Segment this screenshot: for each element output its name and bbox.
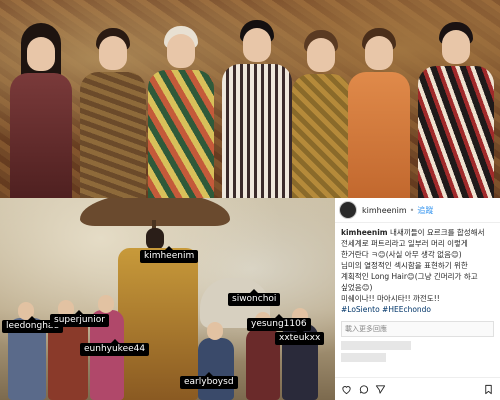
user-tag-xxteukxx[interactable]: xxteukxx (275, 328, 325, 345)
member-2 (80, 28, 146, 198)
figure-head (207, 322, 223, 340)
caption-line: 싶었음😊) (341, 283, 373, 292)
hidden-comment (341, 341, 411, 350)
member-4 (222, 20, 292, 198)
post-caption: kimheenim 내새끼들이 요르크를 합성해서 전세계로 퍼트리라고 일부러… (335, 223, 500, 315)
avatar[interactable] (339, 201, 357, 219)
member-1 (10, 23, 72, 198)
group-photo (0, 0, 500, 198)
user-tag-earlyboysd[interactable]: earlyboysd (180, 372, 238, 389)
user-tag-siwonchoi[interactable]: siwonchoi (228, 289, 281, 306)
member-7 (418, 22, 494, 198)
member-3 (148, 26, 214, 198)
user-tag-superjunior[interactable]: superjunior (50, 310, 109, 327)
comment-icon[interactable] (358, 384, 369, 395)
heart-icon[interactable] (341, 384, 352, 395)
member-5 (292, 30, 350, 198)
user-tag-kimheenim[interactable]: kimheenim (140, 246, 199, 263)
share-icon[interactable] (375, 384, 386, 395)
hidden-comment (341, 353, 386, 362)
user-tag-eunhyukee44[interactable]: eunhyukee44 (80, 339, 150, 356)
caption-line: 전세계로 퍼트리라고 일부러 머리 이렇게 (341, 239, 468, 248)
load-more-comments[interactable]: 載入更多回應 (341, 321, 494, 337)
bookmark-icon[interactable] (483, 384, 494, 395)
figure-head (146, 228, 164, 250)
post-username[interactable]: kimheenim (362, 206, 407, 215)
caption-line: 계획적인 Long Hair😊(그냥 긴머리가 하고 (341, 272, 478, 281)
instagram-post-panel: kimheenim • 追蹤 kimheenim 내새끼들이 요르크를 합성해서… (335, 198, 500, 400)
post-actions (335, 377, 500, 400)
caption-line: 내새끼들이 요르크를 합성해서 (390, 228, 485, 237)
follow-button[interactable]: 追蹤 (417, 205, 433, 216)
post-header: kimheenim • 追蹤 (335, 198, 500, 223)
caption-line: 미쉐이나!! 마아시타!! 까전도!! (341, 294, 440, 303)
caption-line: 한거란다 ㅋ😊(사실 아무 생각 없음😊) (341, 250, 462, 259)
figure-head (98, 295, 114, 313)
member-6 (348, 28, 410, 198)
caption-hashtags[interactable]: #LoSiento #HEEchondo (341, 305, 431, 314)
separator-dot: • (409, 205, 415, 215)
caption-line: 님미의 열정적인 섹시함을 표현하기 위한 (341, 261, 468, 270)
tagged-painting: kimheenim siwonchoi leedonghae superjuni… (0, 198, 335, 400)
figure-right-1 (198, 338, 234, 400)
caption-username[interactable]: kimheenim (341, 228, 388, 237)
